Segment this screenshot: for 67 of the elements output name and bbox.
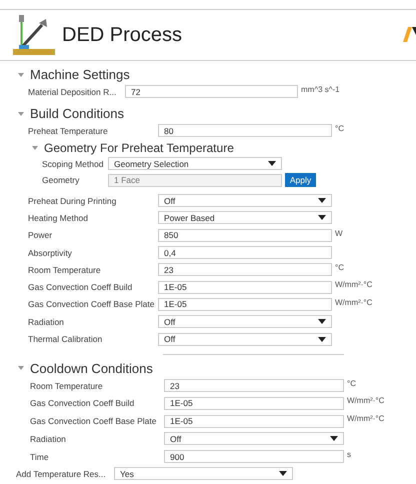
unit-label: W/mm²·°C [335,298,372,307]
field-label: Power [28,230,54,240]
field-label: Gas Convection Coeff Base Plate [30,416,158,426]
input-field[interactable]: 72 [125,85,298,98]
field-label: Time [30,452,50,462]
field-label: Heating Method [28,212,90,223]
dropdown-caret-icon [279,471,287,476]
input-field[interactable]: 1E-05 [158,280,332,294]
unit-label: W [335,228,343,238]
unit-label: W/mm²·°C [347,414,384,424]
input-field[interactable]: 80 [158,124,332,137]
panel-title: DED Process [62,24,182,46]
input-field[interactable]: 0,4 [158,246,332,260]
input-field[interactable]: 1E-05 [158,298,332,311]
input-field[interactable]: 1E-05 [164,396,344,410]
input-field[interactable]: 900 [164,450,344,464]
field-label: Material Deposition R... [28,86,118,96]
field-label: Room Temperature [30,380,104,391]
dropdown-field[interactable]: Geometry Selection [108,157,282,170]
dropdown-field[interactable]: Power Based [158,211,332,224]
apply-button[interactable]: Apply [285,173,316,187]
dropdown-caret-icon [318,336,326,342]
input-field[interactable]: 23 [164,379,344,392]
field-label: Preheat During Printing [28,196,118,206]
dropdown-field[interactable]: Off [158,332,332,346]
unit-label: °C [347,378,356,388]
unit-label: °C [335,124,344,133]
field-label: Preheat Temperature [28,126,109,136]
field-label: Thermal Calibration [28,334,104,344]
section-title: Build Conditions [30,106,124,121]
input-field[interactable]: 850 [158,228,332,242]
expand-icon[interactable] [32,144,38,150]
unit-label: W/mm²·°C [335,280,372,290]
input-field[interactable]: 23 [158,263,332,276]
unit-label: s [347,450,351,459]
field-label: Geometry [42,175,80,185]
logo-icon [403,27,416,42]
field-label: Absorptivity [28,248,73,258]
input-field[interactable]: 1E-05 [164,414,344,428]
expand-icon[interactable] [18,72,24,78]
unit-label: mm^3 s^-1 [301,85,340,94]
dropdown-field[interactable]: Off [158,315,332,328]
section-title: Machine Settings [30,67,130,82]
section-title: Cooldown Conditions [30,360,153,376]
field-label: Add Temperature Res... [16,468,107,479]
dropdown-field[interactable]: Off [158,194,332,208]
dropdown-caret-icon [268,161,276,166]
field-label: Gas Convection Coeff Base Plate [28,299,156,310]
field-label: Radiation [30,434,67,444]
field-label: Gas Convection Coeff Build [30,398,136,408]
subsection-title: Geometry For Preheat Temperature [44,140,234,154]
expand-icon[interactable] [18,365,24,372]
deposition-nozzle-icon [12,13,56,57]
dropdown-caret-icon [318,215,326,220]
field-label: Scoping Method [42,158,104,168]
field-label: Room Temperature [28,264,102,275]
unit-label: W/mm²·°C [347,396,384,406]
field-label: Gas Convection Coeff Build [28,282,134,292]
dropdown-field[interactable]: Yes [114,467,293,480]
dropdown-caret-icon [318,319,326,324]
field-label: Radiation [28,316,65,327]
expand-icon[interactable] [18,110,24,116]
dropdown-caret-icon [330,436,338,442]
dropdown-caret-icon [318,198,326,204]
dropdown-field[interactable]: Off [164,432,344,446]
readonly-field: 1 Face [108,174,282,186]
unit-label: °C [335,263,344,272]
